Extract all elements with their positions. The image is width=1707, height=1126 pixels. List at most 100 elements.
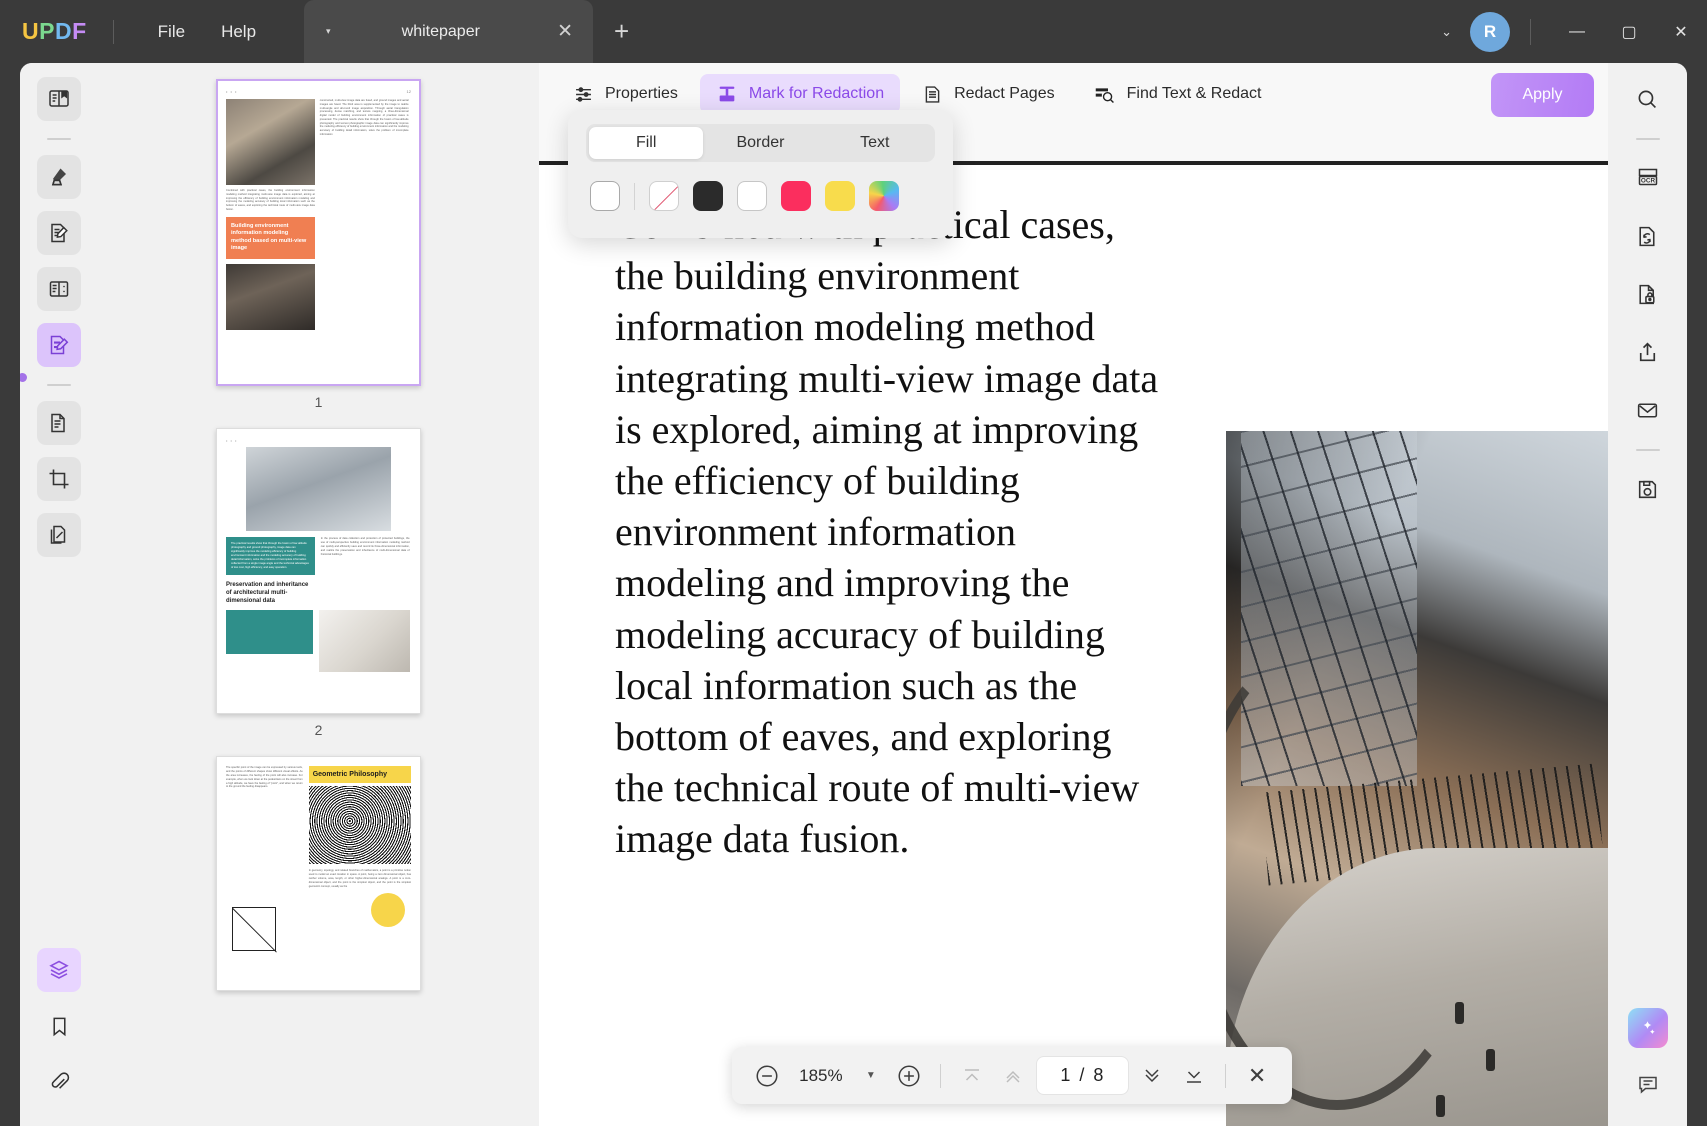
share-icon[interactable]	[1626, 330, 1670, 374]
thumb3-moire-image	[309, 786, 411, 864]
thumb1-body: Combined with practical cases, the build…	[226, 99, 411, 330]
last-page-button[interactable]	[1175, 1056, 1213, 1096]
avatar[interactable]: R	[1470, 12, 1510, 52]
layers-icon	[47, 958, 71, 982]
document-copy-icon	[47, 411, 71, 435]
thumb3-banner: Geometric Philosophy	[309, 766, 411, 783]
comment-bubble-icon[interactable]	[1626, 1062, 1670, 1106]
sidebar-item-bookmarks[interactable]	[37, 1004, 81, 1048]
document-tab[interactable]: ▾ whitepaper ✕	[304, 0, 593, 63]
thumb1-banner: Building environment information modelin…	[226, 217, 315, 259]
search-icon[interactable]	[1626, 77, 1670, 121]
close-window-button[interactable]: ✕	[1655, 0, 1707, 63]
thumbnail-number-2: 2	[315, 722, 323, 738]
convert-sync-icon[interactable]	[1626, 214, 1670, 258]
sidebar-item-crop[interactable]	[37, 457, 81, 501]
highlighter-pen-icon	[47, 165, 71, 189]
mark-for-redaction-label: Mark for Redaction	[749, 85, 884, 103]
redact-pages-button[interactable]: Redact Pages	[906, 75, 1071, 114]
sidebar-item-convert[interactable]	[37, 401, 81, 445]
close-toolbar-button[interactable]: ✕	[1238, 1056, 1276, 1096]
sidebar-item-redact[interactable]	[37, 323, 81, 367]
thumb1-col-right: constructed, multi-view image data are f…	[320, 99, 409, 330]
redact-document-icon	[47, 333, 71, 357]
thumbnail-page-3[interactable]: The specific point of the image can be e…	[216, 756, 421, 991]
swatch-no-color[interactable]	[649, 181, 679, 211]
right-divider-1	[1636, 138, 1660, 140]
zoom-in-button[interactable]	[890, 1056, 928, 1096]
sidebar-item-layers[interactable]	[37, 948, 81, 992]
mark-for-redaction-button[interactable]: Mark for Redaction	[700, 74, 900, 114]
sidebar-item-batch[interactable]	[37, 513, 81, 557]
first-page-button[interactable]	[953, 1056, 991, 1096]
sidebar-item-page-organize[interactable]	[37, 267, 81, 311]
thumb2-dots: • • •	[226, 438, 411, 443]
title-divider	[113, 20, 114, 44]
thumb2-text-right: In the process of data collection and pr…	[321, 537, 410, 575]
swatch-white[interactable]	[737, 181, 767, 211]
find-redact-icon	[1093, 84, 1116, 105]
page-photo	[1226, 431, 1608, 1126]
right-sidebar: OCR	[1608, 63, 1687, 1126]
bookmark-icon	[48, 1015, 71, 1038]
save-disk-icon[interactable]	[1626, 467, 1670, 511]
popover-tab-fill[interactable]: Fill	[589, 127, 703, 159]
popover-tab-border[interactable]: Border	[703, 127, 817, 159]
thumb2-teal-box	[226, 610, 313, 654]
thumb3-right: Geometric Philosophy In geometry, topolo…	[309, 766, 411, 888]
page-navigation-toolbar: 185% ▼	[732, 1047, 1292, 1104]
apply-button[interactable]: Apply	[1491, 73, 1594, 117]
photo-figure-1	[1455, 1002, 1464, 1024]
document-area: Properties Mark for Redaction	[539, 63, 1608, 1126]
ocr-icon[interactable]: OCR	[1626, 156, 1670, 200]
popover-tab-text[interactable]: Text	[818, 127, 932, 159]
thumb2-hero-image	[246, 447, 390, 531]
swatch-yellow[interactable]	[825, 181, 855, 211]
page-canvas[interactable]: Combined with practical cases, the build…	[539, 125, 1608, 1126]
thumbnail-page-2[interactable]: • • • The practical results show that th…	[216, 428, 421, 714]
zoom-out-button[interactable]	[748, 1056, 786, 1096]
thumbnail-pane[interactable]: • • • 12 Combined with practical cases, …	[98, 63, 539, 1126]
properties-label: Properties	[605, 85, 678, 103]
chevron-down-icon[interactable]: ⌄	[1423, 24, 1470, 40]
popover-tab-group: Fill Border Text	[586, 124, 935, 162]
thumb1-image-bottom	[226, 264, 315, 330]
next-page-button[interactable]	[1133, 1056, 1171, 1096]
new-tab-button[interactable]: +	[614, 18, 629, 44]
zoom-level-value[interactable]: 185%	[790, 1066, 852, 1086]
updf-logo[interactable]: U P D F	[22, 18, 87, 45]
thumb3-square	[232, 907, 276, 951]
sidebar-item-edit-pdf[interactable]	[37, 211, 81, 255]
swatch-black[interactable]	[693, 181, 723, 211]
minimize-button[interactable]: —	[1551, 0, 1603, 63]
thumbnail-page-1[interactable]: • • • 12 Combined with practical cases, …	[216, 79, 421, 386]
menu-file[interactable]: File	[140, 16, 203, 48]
protect-lock-icon[interactable]	[1626, 272, 1670, 316]
tab-close-icon[interactable]: ✕	[557, 22, 573, 41]
properties-button[interactable]: Properties	[557, 75, 694, 114]
thumb2-body: The practical results show that through …	[226, 537, 411, 575]
logo-letter-p: P	[39, 18, 55, 45]
sidebar-item-reader[interactable]	[37, 77, 81, 121]
tab-title: whitepaper	[325, 23, 558, 41]
swatch-divider	[634, 183, 635, 210]
thumb3-geometry-figure	[226, 893, 411, 959]
swatch-current-color[interactable]	[590, 181, 620, 211]
menu-help[interactable]: Help	[203, 16, 274, 48]
sidebar-indicator-dot	[20, 373, 27, 382]
zoom-dropdown-caret[interactable]: ▼	[856, 1070, 886, 1081]
page-image-column	[1184, 199, 1608, 1126]
find-text-redact-button[interactable]: Find Text & Redact	[1077, 75, 1278, 114]
svg-text:OCR: OCR	[1640, 178, 1655, 185]
thumb3-text-left: The specific point of the image can be e…	[226, 766, 303, 888]
document-pencil-icon	[47, 221, 71, 245]
maximize-button[interactable]: ▢	[1603, 0, 1655, 63]
sidebar-item-comment[interactable]	[37, 155, 81, 199]
ai-assistant-icon[interactable]	[1628, 1008, 1668, 1048]
sidebar-item-attachments[interactable]	[37, 1060, 81, 1104]
page-indicator-input[interactable]: 1 / 8	[1036, 1056, 1129, 1095]
swatch-pink[interactable]	[781, 181, 811, 211]
swatch-custom-color-picker[interactable]	[869, 181, 899, 211]
prev-page-button[interactable]	[995, 1056, 1033, 1096]
email-icon[interactable]	[1626, 388, 1670, 432]
